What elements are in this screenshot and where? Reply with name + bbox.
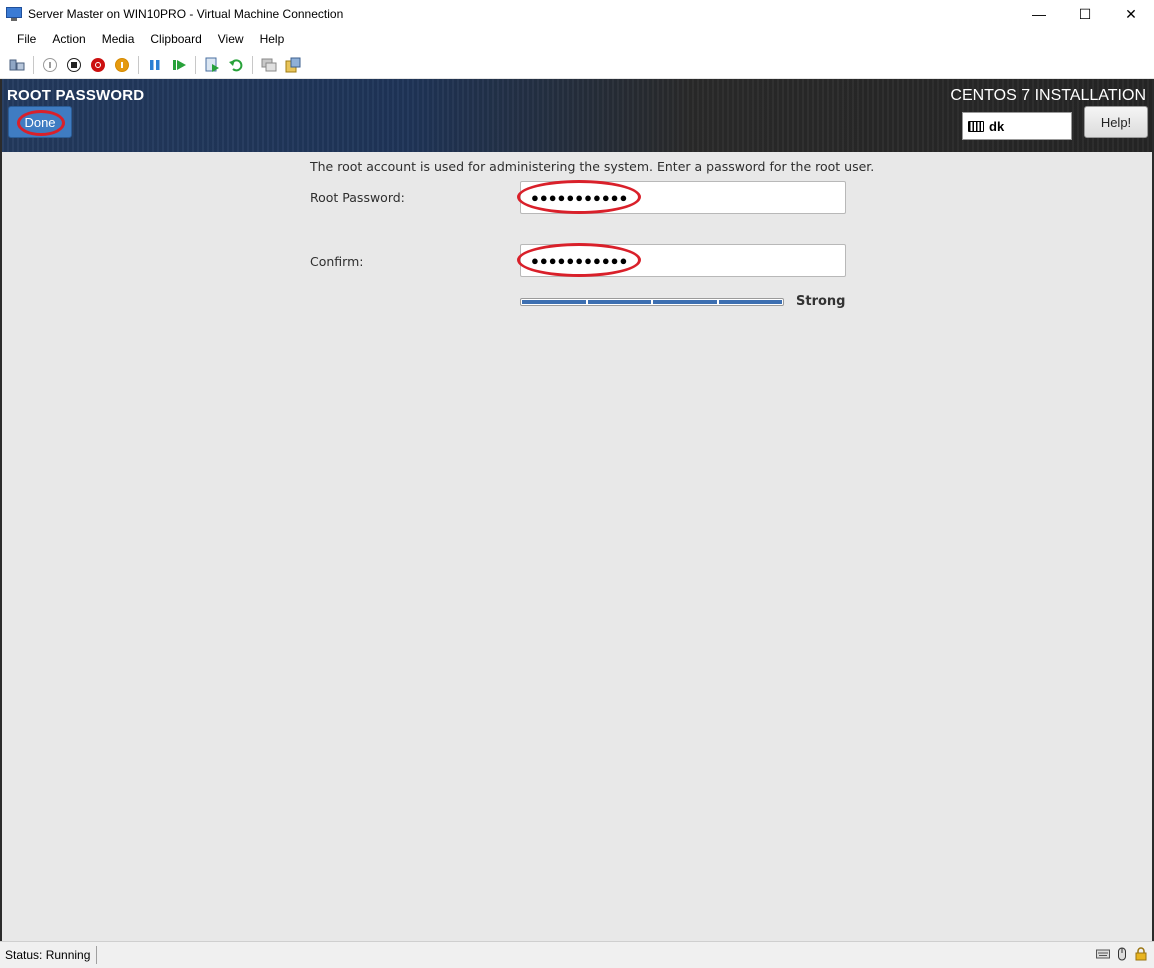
annotation-circle (17, 110, 65, 136)
keyboard-icon (1096, 949, 1110, 959)
mouse-icon (1118, 947, 1126, 961)
menu-file[interactable]: File (9, 28, 44, 50)
password-strength-label: Strong (796, 294, 846, 309)
window-titlebar: Server Master on WIN10PRO - Virtual Mach… (0, 0, 1154, 28)
status-text: Status: Running (5, 948, 91, 962)
root-password-form: The root account is used for administeri… (2, 152, 1152, 941)
strength-segment (522, 300, 586, 304)
status-separator (96, 946, 98, 964)
minimize-button[interactable]: — (1016, 0, 1062, 28)
shutdown-icon[interactable] (90, 57, 106, 73)
description-text: The root account is used for administeri… (310, 159, 875, 174)
confirm-label: Confirm: (310, 254, 364, 269)
menu-clipboard[interactable]: Clipboard (142, 28, 209, 50)
keyboard-icon (968, 120, 984, 132)
page-title: ROOT PASSWORD (7, 87, 145, 104)
enhanced-session-icon[interactable] (261, 57, 277, 73)
pause-icon[interactable] (147, 57, 163, 73)
close-button[interactable]: ✕ (1108, 0, 1154, 28)
ctrl-alt-del-icon[interactable] (9, 57, 25, 73)
menu-view[interactable]: View (210, 28, 252, 50)
lock-icon (1135, 947, 1147, 961)
menu-media[interactable]: Media (94, 28, 143, 50)
installer-header: ROOT PASSWORD Done CENTOS 7 INSTALLATION… (2, 79, 1152, 152)
confirm-password-field[interactable]: ●●●●●●●●●●● (517, 243, 846, 277)
annotation-circle (517, 243, 641, 277)
menu-action[interactable]: Action (44, 28, 93, 50)
checkpoint-icon[interactable] (204, 57, 220, 73)
revert-icon[interactable] (228, 57, 244, 73)
vm-display[interactable]: ROOT PASSWORD Done CENTOS 7 INSTALLATION… (0, 79, 1154, 941)
menu-help[interactable]: Help (252, 28, 293, 50)
vm-connection-icon (6, 7, 22, 21)
strength-segment (653, 300, 717, 304)
toolbar-separator (252, 55, 253, 74)
window-title: Server Master on WIN10PRO - Virtual Mach… (28, 7, 344, 21)
menu-bar: File Action Media Clipboard View Help (0, 28, 1154, 50)
start-icon[interactable] (42, 57, 58, 73)
done-button[interactable]: Done (8, 106, 72, 138)
reset-icon[interactable] (171, 57, 187, 73)
share-icon[interactable] (285, 57, 301, 73)
toolbar-separator (33, 55, 34, 74)
password-strength-bar (520, 298, 784, 306)
help-button[interactable]: Help! (1084, 106, 1148, 138)
maximize-button[interactable]: ☐ (1062, 0, 1108, 28)
keyboard-layout-label: dk (989, 118, 1005, 134)
turn-off-icon[interactable] (66, 57, 82, 73)
toolbar-separator (138, 55, 139, 74)
save-state-icon[interactable] (114, 57, 130, 73)
product-title: CENTOS 7 INSTALLATION (950, 87, 1146, 104)
keyboard-layout-indicator[interactable]: dk (962, 112, 1072, 140)
status-bar: Status: Running (0, 941, 1154, 968)
strength-segment (718, 300, 782, 304)
toolbar-separator (195, 55, 196, 74)
annotation-circle (517, 180, 641, 214)
strength-segment (587, 300, 651, 304)
root-password-field[interactable]: ●●●●●●●●●●● (517, 180, 846, 214)
root-password-label: Root Password: (310, 190, 405, 205)
toolbar (0, 51, 1154, 79)
